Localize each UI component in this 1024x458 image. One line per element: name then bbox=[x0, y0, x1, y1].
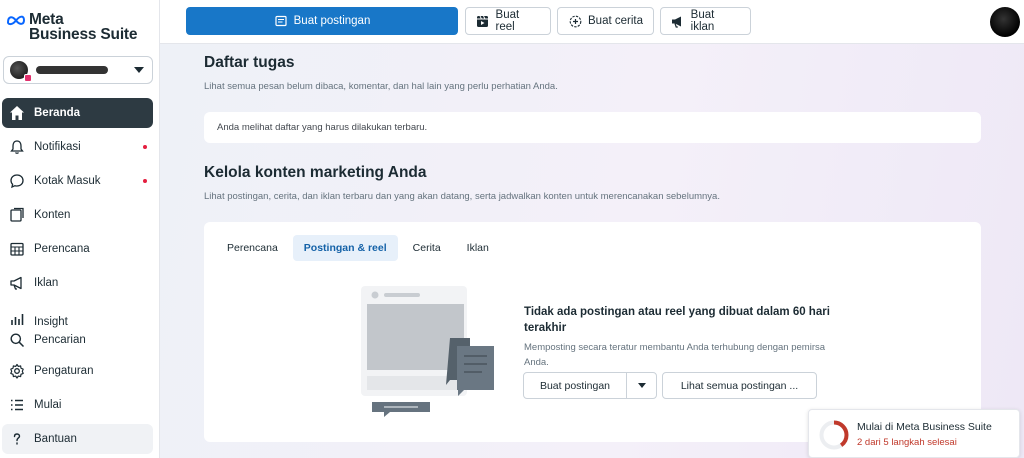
see-all-posts-button[interactable]: Lihat semua postingan ... bbox=[662, 372, 817, 399]
create-reel-label: Buat reel bbox=[495, 9, 520, 33]
chat-bubble-icon bbox=[8, 172, 26, 190]
create-story-button[interactable]: Buat cerita bbox=[557, 7, 654, 35]
meta-business-suite-logo[interactable]: Meta Business Suite bbox=[6, 11, 138, 43]
progress-ring bbox=[819, 420, 849, 450]
sidebar-item-pengaturan[interactable]: Pengaturan bbox=[2, 356, 153, 386]
tab-postingan-reel[interactable]: Postingan & reel bbox=[292, 235, 398, 261]
create-ad-button[interactable]: Buat iklan bbox=[660, 7, 751, 35]
sidebar-item-label: Beranda bbox=[34, 107, 81, 119]
create-ad-label: Buat iklan bbox=[690, 9, 715, 33]
top-bar: Buat postingan Buat reel Buat cerita Bua… bbox=[160, 0, 1024, 44]
sidebar-item-bantuan[interactable]: Bantuan bbox=[2, 424, 153, 454]
megaphone-icon bbox=[671, 14, 685, 28]
brand-line-2: Business Suite bbox=[29, 26, 138, 43]
sidebar-item-kotak-masuk[interactable]: Kotak Masuk bbox=[2, 166, 153, 196]
calendar-icon bbox=[8, 240, 26, 258]
instagram-badge-icon bbox=[24, 74, 32, 82]
sidebar-item-konten[interactable]: Konten bbox=[2, 200, 153, 230]
question-icon bbox=[8, 430, 26, 448]
main-content: Daftar tugas Lihat semua pesan belum dib… bbox=[160, 44, 1024, 458]
content-tabs: Perencana Postingan & reel Cerita Iklan bbox=[216, 235, 504, 261]
empty-state-title: Tidak ada postingan atau reel yang dibua… bbox=[524, 306, 830, 334]
todo-section-subtitle: Lihat semua pesan belum dibaca, komentar… bbox=[204, 81, 558, 92]
todo-status-box: Anda melihat daftar yang harus dilakukan… bbox=[204, 112, 981, 143]
story-plus-icon bbox=[568, 14, 582, 28]
tab-perencana[interactable]: Perencana bbox=[216, 235, 289, 261]
post-icon bbox=[274, 14, 288, 28]
create-post-card-button[interactable]: Buat postingan bbox=[524, 373, 627, 398]
sidebar-item-label: Bantuan bbox=[34, 433, 77, 445]
meta-infinity-icon bbox=[6, 15, 26, 26]
sidebar-item-label: Kotak Masuk bbox=[34, 175, 101, 187]
home-icon bbox=[8, 104, 26, 122]
sidebar: Meta Business Suite Beranda Notifikasi K… bbox=[0, 0, 160, 458]
tab-cerita[interactable]: Cerita bbox=[402, 235, 452, 261]
caret-down-icon bbox=[637, 383, 646, 388]
empty-state-subtitle: Memposting secara teratur membantu Anda … bbox=[524, 342, 826, 368]
create-post-options-button[interactable] bbox=[627, 373, 656, 398]
profile-avatar[interactable] bbox=[990, 7, 1020, 37]
reel-icon bbox=[476, 14, 490, 28]
sidebar-item-notifikasi[interactable]: Notifikasi bbox=[2, 132, 153, 162]
create-post-label: Buat postingan bbox=[293, 15, 371, 27]
sidebar-item-label: Konten bbox=[34, 209, 71, 221]
onboarding-title: Mulai di Meta Business Suite bbox=[857, 421, 992, 433]
sidebar-item-label: Notifikasi bbox=[34, 141, 81, 153]
onboarding-progress-text: 2 dari 5 langkah selesai bbox=[857, 437, 957, 448]
marketing-section-title: Kelola konten marketing Anda bbox=[204, 164, 427, 181]
caret-down-icon bbox=[134, 67, 144, 73]
account-avatar bbox=[10, 61, 32, 82]
sidebar-item-label: Pengaturan bbox=[34, 365, 94, 377]
create-reel-button[interactable]: Buat reel bbox=[465, 7, 551, 35]
create-post-split-button: Buat postingan bbox=[523, 372, 657, 399]
onboarding-progress-card[interactable]: Mulai di Meta Business Suite 2 dari 5 la… bbox=[808, 409, 1020, 458]
notification-dot bbox=[143, 145, 147, 149]
sidebar-item-beranda[interactable]: Beranda bbox=[2, 98, 153, 128]
gear-icon bbox=[8, 362, 26, 380]
tab-iklan[interactable]: Iklan bbox=[456, 235, 500, 261]
create-story-label: Buat cerita bbox=[588, 15, 643, 27]
sidebar-item-iklan[interactable]: Iklan bbox=[2, 268, 153, 298]
list-icon bbox=[8, 396, 26, 414]
create-post-button[interactable]: Buat postingan bbox=[186, 7, 458, 35]
sidebar-item-mulai[interactable]: Mulai bbox=[2, 390, 153, 420]
marketing-section-subtitle: Lihat postingan, cerita, dan iklan terba… bbox=[204, 191, 720, 202]
bell-icon bbox=[8, 138, 26, 156]
sidebar-item-perencana[interactable]: Perencana bbox=[2, 234, 153, 264]
sidebar-item-label: Pencarian bbox=[34, 334, 86, 346]
megaphone-icon bbox=[8, 274, 26, 292]
sidebar-item-label: Perencana bbox=[34, 243, 90, 255]
account-name bbox=[36, 66, 108, 74]
notification-dot bbox=[143, 179, 147, 183]
brand-line-1: Meta bbox=[29, 11, 64, 28]
search-icon bbox=[8, 331, 26, 349]
account-switcher[interactable] bbox=[3, 56, 153, 84]
todo-status-text: Anda melihat daftar yang harus dilakukan… bbox=[217, 122, 428, 133]
sidebar-item-label: Mulai bbox=[34, 399, 62, 411]
empty-posts-illustration bbox=[361, 286, 494, 417]
todo-section-title: Daftar tugas bbox=[204, 54, 295, 71]
content-icon bbox=[8, 206, 26, 224]
sidebar-item-pencarian[interactable]: Pencarian bbox=[2, 325, 153, 355]
sidebar-item-label: Iklan bbox=[34, 277, 59, 289]
